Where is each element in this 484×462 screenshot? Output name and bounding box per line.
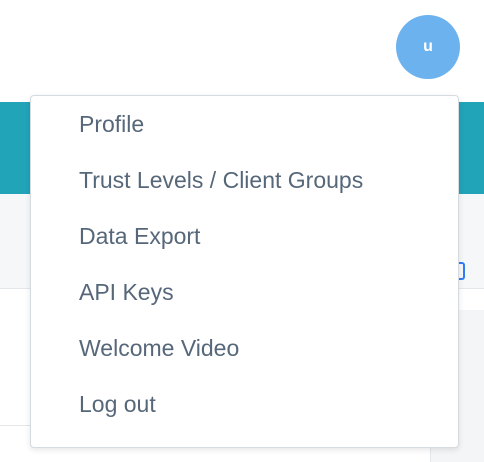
menu-item-trust-levels[interactable]: Trust Levels / Client Groups xyxy=(31,152,458,208)
menu-item-label: Welcome Video xyxy=(79,334,240,361)
avatar-initial: u xyxy=(423,38,433,55)
menu-item-log-out[interactable]: Log out xyxy=(31,376,458,432)
menu-item-profile[interactable]: Profile xyxy=(31,96,458,152)
menu-item-welcome-video[interactable]: Welcome Video xyxy=(31,320,458,376)
menu-item-label: Log out xyxy=(79,390,156,417)
user-avatar-button[interactable]: u xyxy=(396,15,460,79)
menu-item-label: Trust Levels / Client Groups xyxy=(79,166,364,193)
menu-item-label: Data Export xyxy=(79,222,201,249)
user-dropdown-menu: Profile Trust Levels / Client Groups Dat… xyxy=(30,95,459,448)
menu-item-data-export[interactable]: Data Export xyxy=(31,208,458,264)
menu-item-label: Profile xyxy=(79,110,145,137)
menu-item-api-keys[interactable]: API Keys xyxy=(31,264,458,320)
menu-item-label: API Keys xyxy=(79,278,174,305)
